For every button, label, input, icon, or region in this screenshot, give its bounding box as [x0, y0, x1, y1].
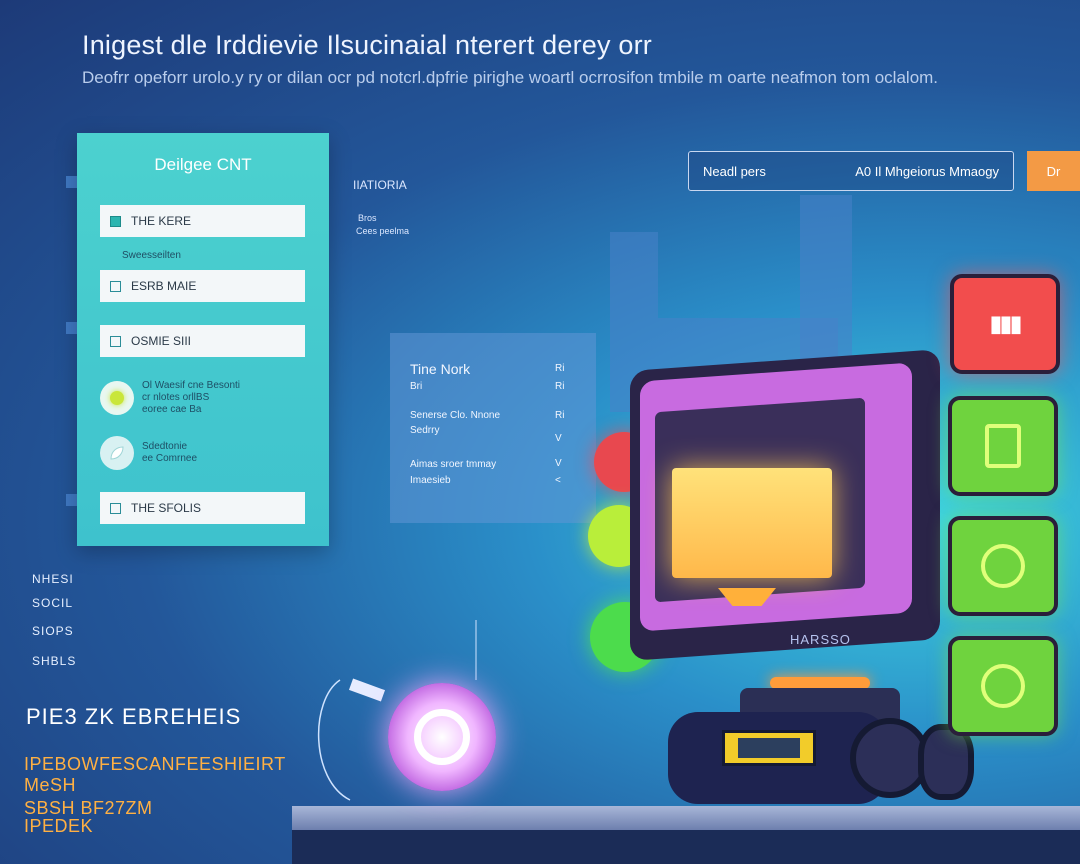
- info-row-value: Ri: [555, 410, 565, 421]
- info-row-label: Sedrry: [410, 425, 440, 436]
- checkbox-label: OSMIE SIII: [131, 334, 192, 348]
- search-button[interactable]: Dr: [1027, 151, 1080, 191]
- page-subtitle: Deofrr opeforr urolo.y ry or dilan ocr p…: [82, 68, 939, 87]
- info-row-value: Ri: [555, 363, 565, 374]
- checkbox-icon[interactable]: [110, 502, 121, 514]
- section-label: IIATIORIA: [353, 178, 407, 192]
- info-row-value: Ri: [555, 381, 565, 392]
- info-row-value: V: [555, 458, 562, 469]
- nav-item[interactable]: NHESI: [32, 572, 74, 586]
- helper-text: Sweesseilten: [122, 250, 181, 261]
- search-filter-text: A0 Il Mhgeiorus Mmaogy: [855, 163, 999, 179]
- section-heading: PIE3 ZK EBREHEIS: [26, 704, 242, 729]
- radio-button-selected[interactable]: [100, 381, 134, 415]
- checkbox-label: THE KERE: [131, 214, 192, 228]
- checkbox-icon[interactable]: [110, 280, 121, 292]
- floor-shadow: [292, 830, 1080, 864]
- info-title: Tine Nork: [410, 361, 471, 377]
- page-title: Inigest dle Irddievie Ilsucinaial nterer…: [82, 30, 652, 60]
- info-row-label: Bri: [410, 381, 423, 392]
- status-tile[interactable]: [948, 516, 1058, 616]
- radio-button[interactable]: [100, 436, 134, 470]
- info-row-label: Senerse Clo. Nnone: [410, 410, 501, 421]
- checkbox-field-1[interactable]: THE KERE: [100, 205, 305, 237]
- radio-option-2[interactable]: Sdedtonie ee Comrnee: [100, 436, 197, 470]
- monitor-screen: [672, 468, 832, 578]
- brand-label: HARSSO: [790, 632, 851, 647]
- info-row-label: Imaesieb: [410, 475, 451, 486]
- checkbox-field-4[interactable]: THE SFOLIS: [100, 492, 305, 524]
- search-input[interactable]: Neadl pers A0 Il Mhgeiorus Mmaogy: [688, 151, 1014, 191]
- nav-item[interactable]: SHBLS: [32, 654, 76, 668]
- status-tile[interactable]: [948, 636, 1058, 736]
- ring-icon: [981, 664, 1025, 708]
- section-small-text: Cees peelma: [356, 226, 410, 236]
- alert-tile[interactable]: ▮▮▮: [950, 274, 1060, 374]
- promo-text: MeSH: [24, 775, 77, 795]
- checkbox-field-2[interactable]: ESRB MAIE: [100, 270, 305, 302]
- checkbox-icon[interactable]: [110, 335, 121, 347]
- settings-card: Deilgee CNT THE KERE Sweesseilten ESRB M…: [77, 133, 329, 546]
- promo-text: IPEDEK: [24, 816, 94, 836]
- checkbox-field-3[interactable]: OSMIE SIII: [100, 325, 305, 357]
- radio-option-1[interactable]: Ol Waesif cne Besonti cr nlotes orllBS e…: [100, 380, 240, 416]
- ring-icon: [981, 544, 1025, 588]
- target-icon: [414, 709, 470, 765]
- square-icon: [985, 424, 1021, 468]
- checkbox-icon[interactable]: [110, 215, 121, 227]
- nav-item[interactable]: SIOPS: [32, 624, 74, 638]
- info-row-label: Aimas sroer tmmay: [410, 459, 497, 470]
- section-small-text: Bros: [358, 213, 377, 223]
- nav-item[interactable]: SOCIL: [32, 596, 73, 610]
- info-row-value: V: [555, 433, 562, 444]
- checkbox-label: ESRB MAIE: [131, 279, 197, 293]
- checkbox-label: THE SFOLIS: [131, 501, 202, 515]
- grid-icon: ▮▮▮: [989, 311, 1022, 336]
- status-tile[interactable]: [948, 396, 1058, 496]
- background-panel: [800, 195, 852, 380]
- radio-label: Ol Waesif cne Besonti cr nlotes orllBS e…: [142, 380, 241, 415]
- leaf-icon: [110, 446, 124, 460]
- search-text: Neadl pers: [703, 163, 766, 179]
- robot-plate-window: [738, 738, 800, 758]
- radio-label: Sdedtonie ee Comrnee: [142, 441, 198, 464]
- card-title: Deilgee CNT: [154, 155, 252, 174]
- info-row-value: <: [555, 475, 561, 486]
- promo-text: IPEBOWFESCANFEESHIEIRT: [24, 754, 286, 774]
- info-panel: Tine Nork Bri Ri Ri Senerse Clo. Nnone R…: [390, 333, 596, 523]
